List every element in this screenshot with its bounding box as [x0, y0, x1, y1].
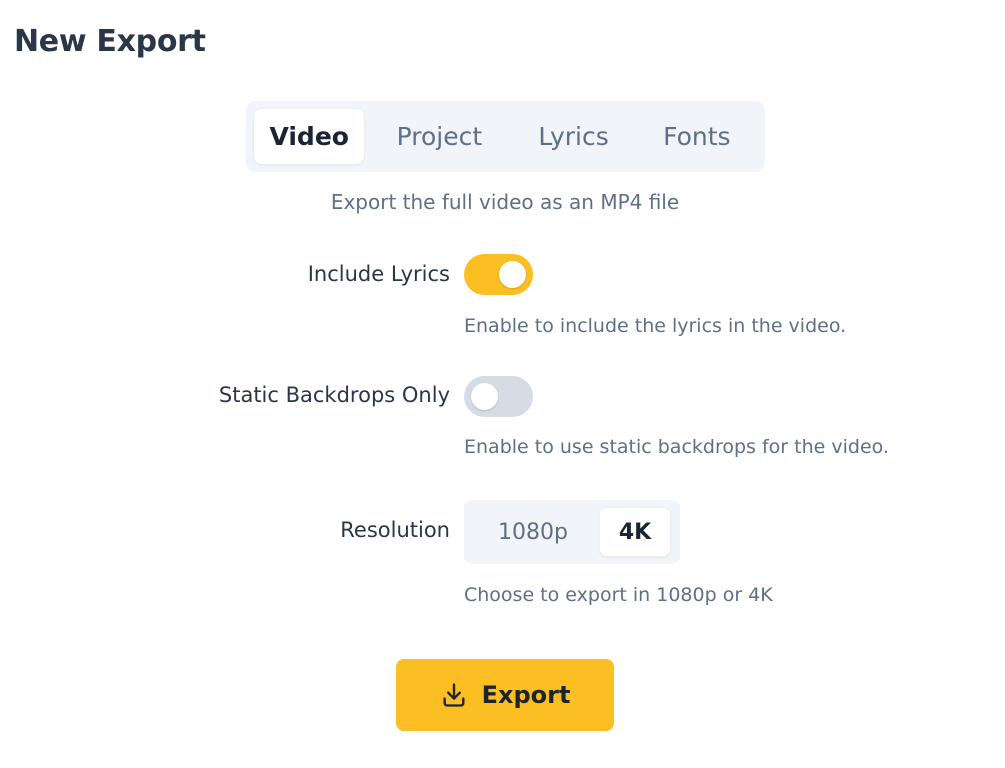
export-description: Export the full video as an MP4 file [330, 190, 680, 214]
export-type-tabs: Video Project Lyrics Fonts [246, 101, 765, 172]
export-button[interactable]: Export [396, 659, 614, 731]
static-backdrops-label: Static Backdrops Only [218, 383, 450, 407]
toggle-knob [471, 383, 498, 410]
resolution-option-4k[interactable]: 4K [600, 508, 670, 556]
static-backdrops-help: Enable to use static backdrops for the v… [464, 436, 889, 458]
tab-video[interactable]: Video [254, 109, 365, 164]
include-lyrics-help: Enable to include the lyrics in the vide… [464, 315, 847, 337]
include-lyrics-label: Include Lyrics [307, 262, 450, 286]
download-icon [440, 681, 468, 709]
resolution-selector: 1080p 4K [464, 500, 680, 564]
toggle-knob [499, 261, 526, 288]
resolution-option-1080p[interactable]: 1080p [472, 508, 594, 556]
page-title: New Export [14, 24, 206, 59]
static-backdrops-toggle[interactable] [464, 376, 533, 417]
tab-fonts[interactable]: Fonts [637, 109, 757, 164]
resolution-label: Resolution [340, 518, 450, 542]
new-export-page: New Export Video Project Lyrics Fonts Ex… [0, 0, 1005, 768]
include-lyrics-toggle[interactable] [464, 254, 533, 295]
tab-project[interactable]: Project [368, 109, 510, 164]
resolution-help: Choose to export in 1080p or 4K [464, 584, 773, 606]
tab-lyrics[interactable]: Lyrics [514, 109, 632, 164]
export-button-label: Export [481, 681, 571, 709]
